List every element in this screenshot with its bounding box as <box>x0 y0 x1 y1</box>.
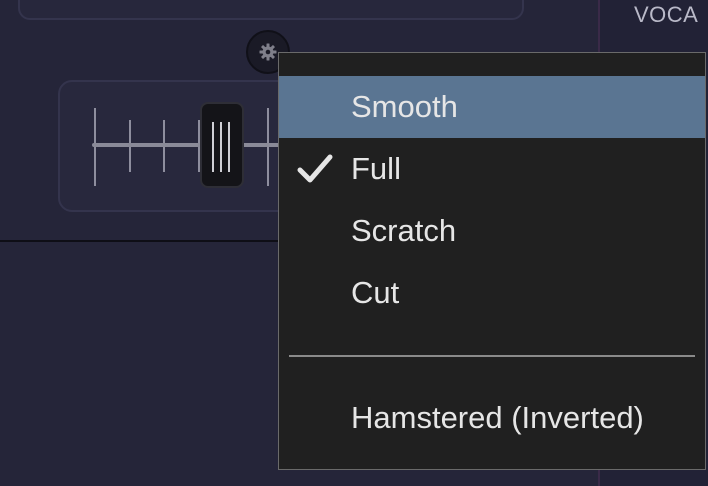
menu-item-hamstered[interactable]: Hamstered (Inverted) <box>279 387 705 449</box>
knob-grip-line <box>228 122 230 172</box>
menu-item-label: Cut <box>351 275 400 310</box>
menu-item-smooth[interactable]: Smooth <box>279 76 705 138</box>
section-divider <box>0 240 290 242</box>
knob-grip-line <box>220 122 222 172</box>
crossfader-knob[interactable] <box>200 102 244 188</box>
menu-separator <box>289 355 695 357</box>
vocal-label: VOCA <box>634 2 699 27</box>
menu-item-scratch[interactable]: Scratch <box>279 200 705 262</box>
top-panel <box>18 0 524 20</box>
crossfader-track[interactable] <box>92 143 292 147</box>
menu-item-label: Full <box>351 151 401 186</box>
menu-item-full[interactable]: Full <box>279 138 705 200</box>
menu-item-label: Smooth <box>351 89 458 124</box>
crossfader-curve-menu: Smooth Full Scratch Cut Hamstered (Inver… <box>278 52 706 470</box>
fader-tick <box>267 108 269 186</box>
app-window: VOCA Smooth Full Scratch Cut Hamstered (… <box>0 0 708 486</box>
gear-icon <box>259 43 277 61</box>
knob-grip-line <box>212 122 214 172</box>
menu-item-label: Scratch <box>351 213 457 248</box>
checkmark-icon <box>297 154 333 183</box>
menu-item-cut[interactable]: Cut <box>279 262 705 324</box>
fader-tick <box>94 108 96 186</box>
menu-item-label: Hamstered (Inverted) <box>351 400 644 435</box>
